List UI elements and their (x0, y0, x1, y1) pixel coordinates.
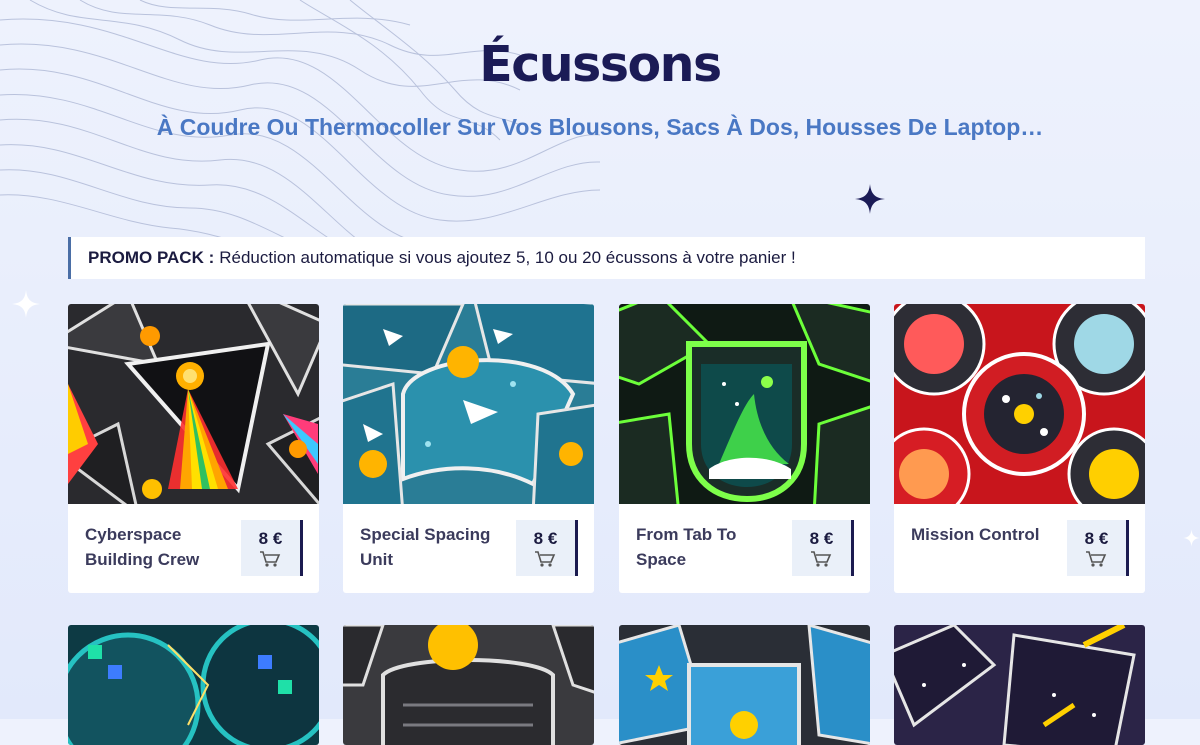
product-name[interactable]: Special Spacing Unit (360, 522, 510, 572)
nobody-left-behind-patch-photo[interactable] (894, 625, 1145, 745)
product-name[interactable]: Mission Control (911, 522, 1061, 547)
cart-icon[interactable] (534, 550, 556, 568)
product-card[interactable]: Special Spacing Unit 8 € (343, 304, 594, 593)
product-price: 8 € (533, 529, 558, 548)
product-price: 8 € (1084, 529, 1109, 548)
style-class-patch-photo[interactable] (619, 625, 870, 745)
price-box[interactable]: 8 € (516, 520, 578, 576)
product-card[interactable] (894, 625, 1145, 745)
mission-control-patch-photo[interactable] (894, 304, 1145, 504)
special-spacing-patch-photo[interactable] (343, 304, 594, 504)
page-subtitle: À Coudre Ou Thermocoller Sur Vos Blouson… (156, 114, 1044, 140)
sparkle-icon (855, 184, 885, 214)
product-card[interactable]: Cyberspace Building Crew 8 € (68, 304, 319, 593)
product-price: 8 € (258, 529, 283, 548)
product-card[interactable] (619, 625, 870, 745)
cart-icon[interactable] (259, 550, 281, 568)
product-card[interactable]: Mission Control 8 € (894, 304, 1145, 593)
product-card[interactable] (343, 625, 594, 745)
price-box[interactable]: 8 € (1067, 520, 1129, 576)
product-name[interactable]: Cyberspace Building Crew (85, 522, 235, 572)
product-name[interactable]: From Tab To Space (636, 522, 786, 572)
product-card[interactable]: From Tab To Space 8 € (619, 304, 870, 593)
sparkle-icon (1183, 529, 1200, 547)
cyberspace-patch-photo[interactable] (68, 304, 319, 504)
product-price: 8 € (809, 529, 834, 548)
promo-banner: PROMO PACK : Réduction automatique si vo… (68, 237, 1145, 279)
infrastructure-patch-photo[interactable] (343, 625, 594, 745)
page-title: Écussons (479, 36, 722, 93)
promo-label: PROMO PACK : (88, 248, 215, 267)
sparkle-icon (12, 290, 40, 318)
tab-to-space-patch-photo[interactable] (619, 304, 870, 504)
product-card[interactable] (68, 625, 319, 745)
prototype-team-patch-photo[interactable] (68, 625, 319, 745)
price-box[interactable]: 8 € (792, 520, 854, 576)
promo-text: Réduction automatique si vous ajoutez 5,… (219, 248, 796, 267)
price-box[interactable]: 8 € (241, 520, 303, 576)
cart-icon[interactable] (1085, 550, 1107, 568)
cart-icon[interactable] (810, 550, 832, 568)
